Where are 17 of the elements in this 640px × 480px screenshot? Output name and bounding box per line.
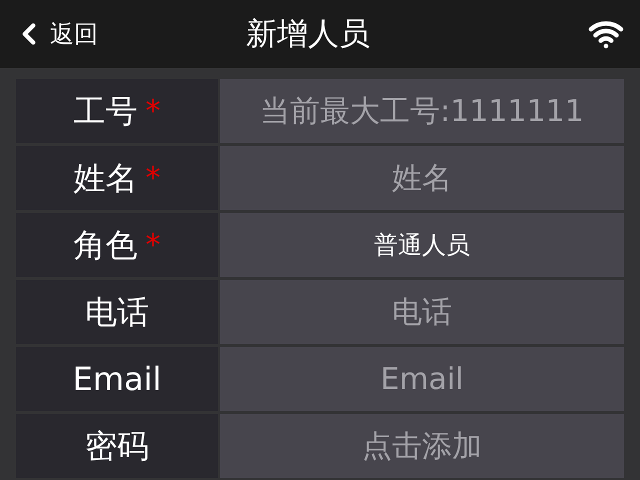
role-select[interactable]: 普通人员 <box>220 213 624 277</box>
required-mark: * <box>146 226 160 264</box>
label-text: Email <box>72 359 162 400</box>
back-button[interactable]: 返回 <box>12 16 98 52</box>
required-mark: * <box>146 92 160 130</box>
input-field[interactable]: 当前最大工号:1111111 <box>220 79 624 143</box>
input-field[interactable]: 电话 <box>220 280 624 344</box>
label-text: 工号 <box>74 91 138 132</box>
required-mark: * <box>146 160 160 198</box>
label-text: 电话 <box>85 292 149 333</box>
input-field[interactable]: Email <box>220 347 624 411</box>
input-field[interactable]: 姓名 <box>220 146 624 210</box>
label-text: 密码 <box>85 426 149 467</box>
label-text: 角色 <box>74 225 138 266</box>
label-text: 姓名 <box>74 158 138 199</box>
page-title: 新增人员 <box>246 14 370 54</box>
input-field[interactable]: 点击添加 <box>220 414 624 478</box>
